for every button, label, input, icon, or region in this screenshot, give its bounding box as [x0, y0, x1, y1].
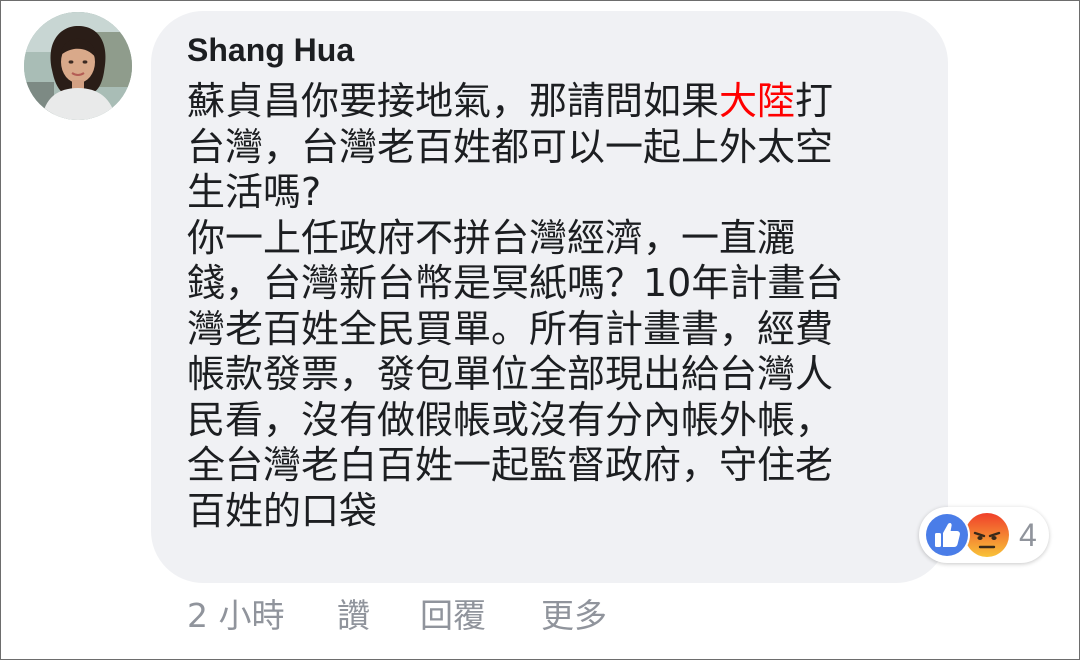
like-link[interactable]: 讚 — [337, 593, 370, 639]
comment-line-text: 蘇貞昌你要接地氣，那請問如果 — [187, 79, 720, 123]
author-name[interactable]: Shang Hua — [187, 31, 354, 69]
reactions-summary[interactable]: 4 — [919, 507, 1049, 563]
comment-line: 錢，台灣新台幣是冥紙嗎？10年計畫台 — [187, 261, 844, 305]
comment-line: 帳款發票，發包單位全部現出給台灣人 — [187, 352, 834, 396]
avatar[interactable] — [24, 12, 132, 120]
comment-line: 灣老百姓全民買單。所有計畫書，經費 — [187, 306, 834, 351]
more-link[interactable]: 更多 — [541, 593, 607, 639]
comment-line: 蘇貞昌你要接地氣，那請問如果大陸打 — [187, 79, 917, 125]
comment-line: 你一上任政府不拼台灣經濟，一直灑 — [187, 215, 796, 260]
comment-line-text: 打 — [795, 79, 834, 123]
timestamp[interactable]: 2 小時 — [187, 593, 285, 639]
comment-line: 生活嗎? — [187, 170, 322, 214]
reply-link[interactable]: 回覆 — [420, 593, 486, 639]
comment-line: 民看，沒有做假帳或沒有分內帳外帳， — [187, 397, 834, 442]
comment-line: 台灣，台灣老百姓都可以一起上外太空 — [187, 124, 834, 169]
comment-card: Shang Hua 蘇貞昌你要接地氣，那請問如果大陸打 台灣，台灣老百姓都可以一… — [0, 0, 1080, 660]
avatar-photo — [24, 12, 132, 120]
comment-highlight: 大陸 — [719, 79, 796, 123]
reaction-count: 4 — [1019, 517, 1037, 553]
comment-line: 百姓的口袋 — [187, 488, 378, 533]
comment-line: 全台灣老白百姓一起監督政府，守住老 — [187, 443, 834, 487]
like-icon — [924, 512, 970, 558]
comment-text: 蘇貞昌你要接地氣，那請問如果大陸打 台灣，台灣老百姓都可以一起上外太空 生活嗎?… — [187, 79, 917, 534]
